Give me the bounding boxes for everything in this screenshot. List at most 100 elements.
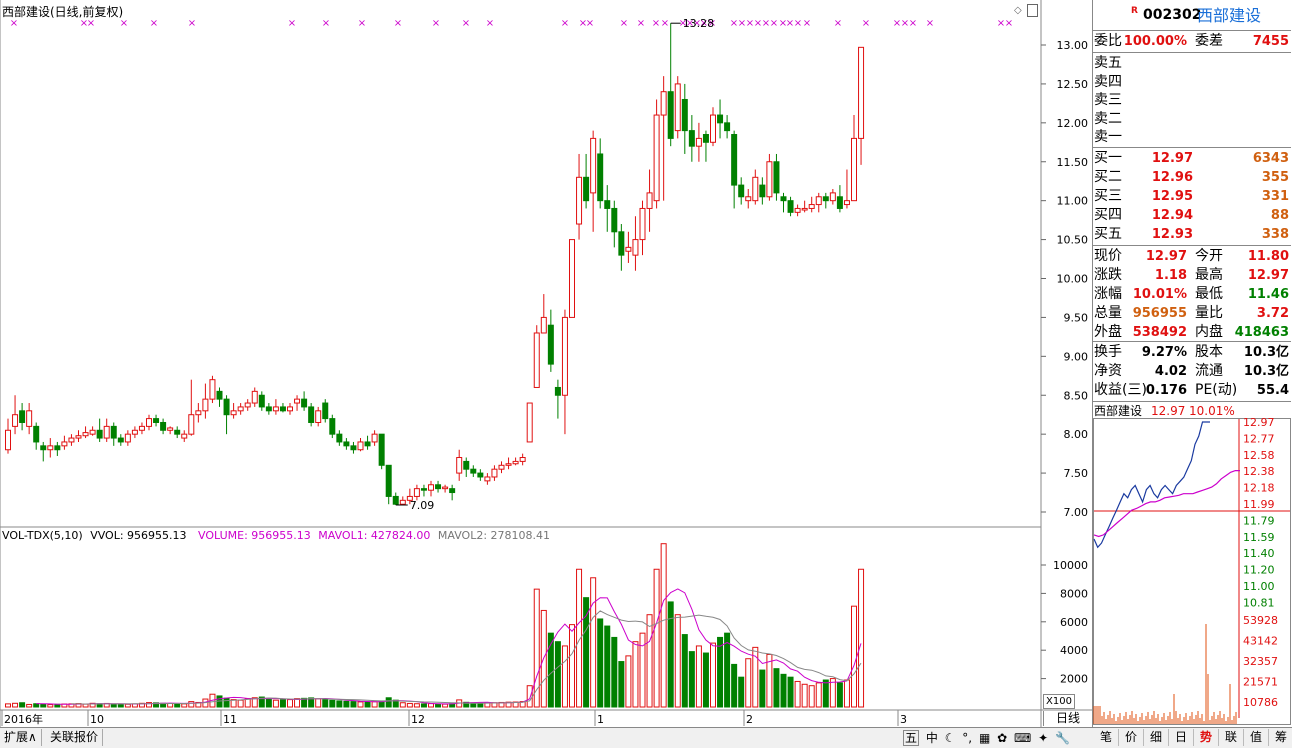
candle-body[interactable] <box>68 437 75 443</box>
right-tab[interactable]: 值 <box>1244 729 1269 746</box>
candle-body[interactable] <box>618 231 625 256</box>
star-icon[interactable]: ✦ <box>1038 731 1048 745</box>
right-tab[interactable]: 联 <box>1219 729 1244 746</box>
candle-body[interactable] <box>794 207 801 213</box>
candle-body[interactable] <box>505 463 512 466</box>
candle-body[interactable] <box>540 316 547 334</box>
candle-body[interactable] <box>26 410 33 427</box>
candle-body[interactable] <box>146 418 152 427</box>
candle-body[interactable] <box>174 429 181 435</box>
candle-body[interactable] <box>435 484 442 490</box>
candle-body[interactable] <box>724 122 731 132</box>
candle-body[interactable] <box>308 406 315 423</box>
candle-body[interactable] <box>230 410 237 416</box>
candle-body[interactable] <box>188 414 195 435</box>
candle-body[interactable] <box>294 398 301 404</box>
candle-body[interactable] <box>533 332 540 388</box>
candle-body[interactable] <box>625 246 632 252</box>
buy-row[interactable]: 买一 12.97 6343 <box>1093 149 1291 168</box>
candle-body[interactable] <box>82 432 89 437</box>
candle-body[interactable] <box>237 406 244 412</box>
candle-body[interactable] <box>329 418 336 435</box>
candle-body[interactable] <box>378 433 385 466</box>
candle-body[interactable] <box>350 445 357 451</box>
candle-body[interactable] <box>554 386 561 396</box>
candle-body[interactable] <box>731 134 738 186</box>
candle-body[interactable] <box>695 137 702 147</box>
candle-body[interactable] <box>251 390 258 404</box>
candle-body[interactable] <box>604 200 611 209</box>
candle-body[interactable] <box>19 410 26 423</box>
kline-chart[interactable]: 13.00 12.50 12.00 11.50 11.00 10.50 10.00 9.50 9… <box>0 0 1092 727</box>
candle-body[interactable] <box>801 207 808 211</box>
candle-body[interactable] <box>484 476 491 482</box>
five-icon[interactable]: 五 <box>903 730 920 746</box>
candle-body[interactable] <box>54 445 61 451</box>
candle-body[interactable] <box>371 433 378 443</box>
candle-body[interactable] <box>660 91 667 116</box>
right-tab[interactable]: 笔 <box>1094 729 1119 746</box>
candle-body[interactable] <box>216 390 223 400</box>
kline-chart-area[interactable]: 13.00 12.50 12.00 11.50 11.00 10.50 10.00 9.50 9… <box>0 0 1092 747</box>
candle-body[interactable] <box>759 184 766 198</box>
candle-body[interactable] <box>653 114 660 202</box>
candle-body[interactable] <box>124 433 131 443</box>
candle-body[interactable] <box>632 239 639 256</box>
candle-body[interactable] <box>343 441 350 447</box>
zhong-icon[interactable]: 中 <box>926 731 938 745</box>
candle-body[interactable] <box>413 488 420 497</box>
moon-icon[interactable]: ☾ <box>945 731 956 745</box>
candle-body[interactable] <box>738 184 745 198</box>
candle-body[interactable] <box>597 153 604 202</box>
dot-icon[interactable]: °, <box>962 731 972 745</box>
candle-body[interactable] <box>808 204 815 209</box>
candle-body[interactable] <box>258 394 265 408</box>
candle-body[interactable] <box>195 410 202 416</box>
candle-body[interactable] <box>773 161 780 194</box>
buy-row[interactable]: 买四 12.94 88 <box>1093 206 1291 225</box>
candle-body[interactable] <box>829 192 836 202</box>
candle-body[interactable] <box>272 406 279 412</box>
candle-body[interactable] <box>561 316 568 396</box>
candle-body[interactable] <box>442 486 449 490</box>
candle-body[interactable] <box>75 435 82 439</box>
candle-body[interactable] <box>40 445 47 451</box>
period-tab[interactable]: 日线 <box>1043 711 1092 726</box>
candle-body[interactable] <box>836 196 843 209</box>
candle-body[interactable] <box>47 445 54 451</box>
candle-body[interactable] <box>385 464 392 497</box>
flower-icon[interactable]: ✿ <box>997 731 1007 745</box>
wrench-icon[interactable]: 🔧 <box>1055 731 1070 745</box>
candle-body[interactable] <box>110 425 117 439</box>
candle-body[interactable] <box>322 402 329 420</box>
candle-body[interactable] <box>364 441 371 447</box>
candle-body[interactable] <box>491 468 498 478</box>
candle-body[interactable] <box>674 83 681 132</box>
buy-row[interactable]: 买三 12.95 331 <box>1093 187 1291 206</box>
candle-body[interactable] <box>463 460 470 470</box>
grid-icon[interactable]: ▦ <box>979 731 990 745</box>
candle-body[interactable] <box>456 457 463 474</box>
window-toggle-icon[interactable] <box>1027 4 1038 17</box>
candle-body[interactable] <box>470 468 477 474</box>
candle-body[interactable] <box>583 176 590 202</box>
candle-body[interactable] <box>420 488 427 491</box>
candle-body[interactable] <box>265 406 272 412</box>
right-tab[interactable]: 日 <box>1169 729 1194 746</box>
candle-body[interactable] <box>399 499 406 505</box>
candle-body[interactable] <box>96 429 103 439</box>
candle-body[interactable] <box>181 433 188 439</box>
candle-body[interactable] <box>512 460 519 465</box>
candle-body[interactable] <box>244 402 251 408</box>
candle-body[interactable] <box>12 414 19 427</box>
buy-row[interactable]: 买二 12.96 355 <box>1093 168 1291 187</box>
candle-body[interactable] <box>315 410 322 423</box>
candle-body[interactable] <box>33 425 40 443</box>
candle-body[interactable] <box>301 398 308 408</box>
candle-body[interactable] <box>787 200 794 213</box>
candle-body[interactable] <box>780 196 787 202</box>
diamond-icon[interactable]: ◇ <box>1014 5 1022 16</box>
candle-body[interactable] <box>639 207 646 241</box>
candle-body[interactable] <box>547 324 554 365</box>
candle-body[interactable] <box>745 196 752 202</box>
